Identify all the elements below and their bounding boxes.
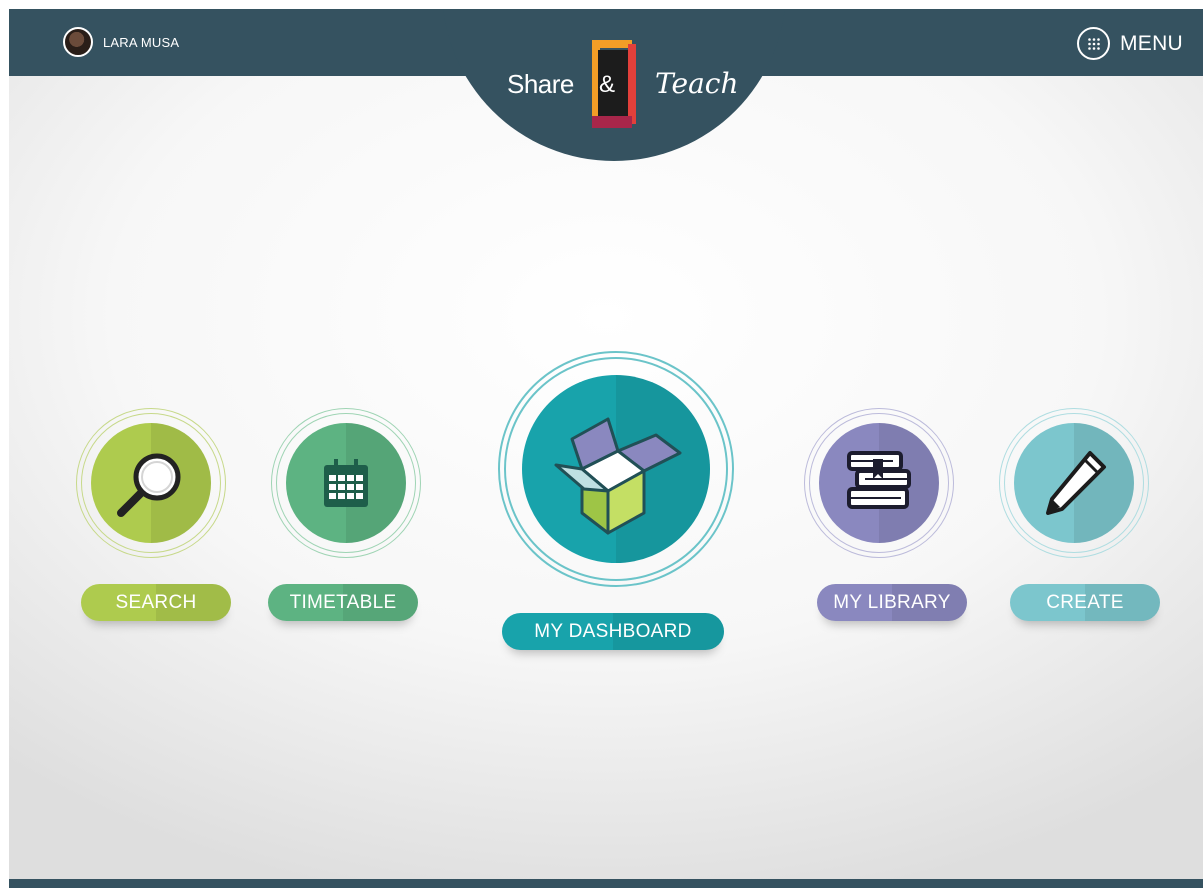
user-name: LARA MUSA <box>103 34 180 50</box>
logo-teach-text: Teach <box>655 67 739 100</box>
nav-library[interactable]: MY LIBRARY <box>799 403 967 625</box>
library-button[interactable]: MY LIBRARY <box>817 584 967 621</box>
logo-share-text: Share <box>507 69 574 99</box>
menu-button[interactable]: MENU <box>1076 27 1183 60</box>
books-icon <box>847 451 911 509</box>
library-disc <box>819 423 939 543</box>
box-icon <box>554 417 682 535</box>
app-frame: LARA MUSA MENU Share & Teach SEARCH TIME… <box>9 9 1203 888</box>
timetable-disc <box>286 423 406 543</box>
create-disc <box>1014 423 1134 543</box>
nav-timetable[interactable]: TIMETABLE <box>266 403 426 625</box>
search-button[interactable]: SEARCH <box>81 584 231 621</box>
search-disc <box>91 423 211 543</box>
library-label: MY LIBRARY <box>833 592 951 613</box>
create-button[interactable]: CREATE <box>1010 584 1160 621</box>
search-label: SEARCH <box>115 592 197 613</box>
calendar-icon <box>324 459 368 507</box>
bottom-bar <box>9 879 1203 888</box>
search-icon <box>117 453 181 517</box>
grid-icon <box>1076 27 1110 60</box>
dashboard-disc <box>522 375 710 563</box>
user-profile[interactable]: LARA MUSA <box>63 27 179 57</box>
logo-ampersand: & <box>598 71 615 98</box>
dashboard-label: MY DASHBOARD <box>534 621 692 642</box>
dashboard-button[interactable]: MY DASHBOARD <box>502 613 724 650</box>
nav-dashboard[interactable]: MY DASHBOARD <box>498 351 734 651</box>
nav-search[interactable]: SEARCH <box>71 403 231 625</box>
timetable-button[interactable]: TIMETABLE <box>268 584 418 621</box>
nav-create[interactable]: CREATE <box>994 403 1169 625</box>
create-label: CREATE <box>1046 592 1124 613</box>
menu-label: MENU <box>1119 31 1183 55</box>
pencil-icon <box>1046 451 1106 515</box>
timetable-label: TIMETABLE <box>289 592 397 613</box>
avatar[interactable] <box>63 27 93 57</box>
share-teach-logo[interactable]: Share & Teach <box>507 31 739 137</box>
